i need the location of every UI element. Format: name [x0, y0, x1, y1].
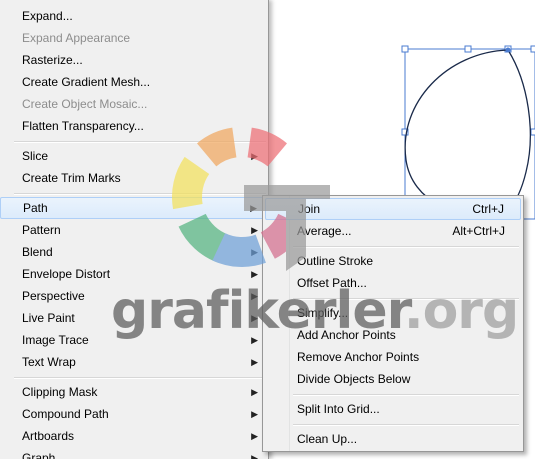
- selection-handles: [401, 45, 535, 136]
- menu-item-image-trace[interactable]: Image Trace ▶: [0, 329, 268, 351]
- submenu-arrow-icon: ▶: [251, 357, 258, 367]
- menu-item-label: Flatten Transparency...: [22, 119, 144, 133]
- submenu-arrow-icon: ▶: [251, 269, 258, 279]
- submenu-item-label: Average...: [297, 224, 352, 238]
- submenu-item-divide-objects-below[interactable]: Divide Objects Below: [265, 368, 521, 390]
- submenu-item-simplify[interactable]: Simplify...: [265, 302, 521, 324]
- menu-item-text-wrap[interactable]: Text Wrap ▶: [0, 351, 268, 373]
- submenu-item-label: Join: [298, 202, 321, 216]
- submenu-item-split-into-grid[interactable]: Split Into Grid...: [265, 398, 521, 420]
- menu-separator: [14, 141, 266, 143]
- menu-item-graph[interactable]: Graph ▶: [0, 447, 268, 459]
- submenu-arrow-icon: ▶: [251, 247, 258, 257]
- submenu-item-average[interactable]: Average... Alt+Ctrl+J: [265, 220, 521, 242]
- menu-item-blend[interactable]: Blend ▶: [0, 241, 268, 263]
- shortcut-label: Ctrl+J: [472, 202, 504, 216]
- menu-item-label: Create Gradient Mesh...: [22, 75, 151, 89]
- menu-item-slice[interactable]: Slice ▶: [0, 145, 268, 167]
- menu-item-compound-path[interactable]: Compound Path ▶: [0, 403, 268, 425]
- menu-item-clipping-mask[interactable]: Clipping Mask ▶: [0, 381, 268, 403]
- menu-item-label: Expand...: [22, 9, 73, 23]
- menu-item-label: Path: [23, 201, 48, 215]
- menu-item-label: Text Wrap: [22, 355, 76, 369]
- menu-item-live-paint[interactable]: Live Paint ▶: [0, 307, 268, 329]
- menu-item-label: Expand Appearance: [22, 31, 131, 45]
- submenu-arrow-icon: ▶: [251, 431, 258, 441]
- submenu-item-label: Divide Objects Below: [297, 372, 411, 386]
- submenu-item-label: Simplify...: [297, 306, 349, 320]
- submenu-item-outline-stroke[interactable]: Outline Stroke: [265, 250, 521, 272]
- menu-item-label: Blend: [22, 245, 53, 259]
- menu-item-create-gradient-mesh[interactable]: Create Gradient Mesh...: [0, 71, 268, 93]
- menu-item-label: Slice: [22, 149, 49, 163]
- menu-item-label: Live Paint: [22, 311, 75, 325]
- submenu-separator: [293, 246, 519, 248]
- submenu-item-label: Offset Path...: [297, 276, 367, 290]
- submenu-arrow-icon: ▶: [251, 335, 258, 345]
- menu-item-create-trim-marks[interactable]: Create Trim Marks: [0, 167, 268, 189]
- path-submenu: Join Ctrl+J Average... Alt+Ctrl+J Outline …: [262, 195, 524, 452]
- menu-item-create-object-mosaic: Create Object Mosaic...: [0, 93, 268, 115]
- menu-item-perspective[interactable]: Perspective ▶: [0, 285, 268, 307]
- menu-item-expand-appearance: Expand Appearance: [0, 27, 268, 49]
- menu-item-label: Create Object Mosaic...: [22, 97, 148, 111]
- submenu-arrow-icon: ▶: [251, 151, 258, 161]
- menu-separator: [14, 193, 266, 195]
- object-menu: Expand... Expand Appearance Rasterize...…: [0, 0, 269, 459]
- menu-item-label: Clipping Mask: [22, 385, 98, 399]
- submenu-item-label: Remove Anchor Points: [297, 350, 420, 364]
- submenu-item-label: Split Into Grid...: [297, 402, 380, 416]
- submenu-arrow-icon: ▶: [251, 453, 258, 459]
- submenu-item-remove-anchor-points[interactable]: Remove Anchor Points: [265, 346, 521, 368]
- menu-item-artboards[interactable]: Artboards ▶: [0, 425, 268, 447]
- menu-item-label: Artboards: [22, 429, 75, 443]
- menu-item-pattern[interactable]: Pattern ▶: [0, 219, 268, 241]
- submenu-item-offset-path[interactable]: Offset Path...: [265, 272, 521, 294]
- shortcut-label: Alt+Ctrl+J: [452, 224, 505, 238]
- menu-item-envelope-distort[interactable]: Envelope Distort ▶: [0, 263, 268, 285]
- menu-separator: [14, 377, 266, 379]
- submenu-item-label: Clean Up...: [297, 432, 358, 446]
- selection-bounding-box: [404, 48, 535, 220]
- submenu-arrow-icon: ▶: [250, 203, 257, 213]
- submenu-item-label: Outline Stroke: [297, 254, 374, 268]
- submenu-arrow-icon: ▶: [251, 313, 258, 323]
- menu-item-label: Perspective: [22, 289, 85, 303]
- menu-item-label: Pattern: [22, 223, 61, 237]
- menu-item-label: Compound Path: [22, 407, 109, 421]
- submenu-item-clean-up[interactable]: Clean Up...: [265, 428, 521, 450]
- menu-item-rasterize[interactable]: Rasterize...: [0, 49, 268, 71]
- submenu-separator: [293, 298, 519, 300]
- menu-item-label: Envelope Distort: [22, 267, 111, 281]
- menu-item-expand[interactable]: Expand...: [0, 5, 268, 27]
- submenu-item-add-anchor-points[interactable]: Add Anchor Points: [265, 324, 521, 346]
- submenu-arrow-icon: ▶: [251, 409, 258, 419]
- submenu-arrow-icon: ▶: [251, 291, 258, 301]
- submenu-item-label: Add Anchor Points: [297, 328, 396, 342]
- menu-item-path[interactable]: Path ▶: [0, 197, 268, 219]
- menu-item-label: Rasterize...: [22, 53, 83, 67]
- menu-item-label: Graph: [22, 451, 56, 459]
- menu-item-flatten-transparency[interactable]: Flatten Transparency...: [0, 115, 268, 137]
- submenu-arrow-icon: ▶: [251, 387, 258, 397]
- menu-item-label: Create Trim Marks: [22, 171, 121, 185]
- submenu-separator: [293, 394, 519, 396]
- submenu-separator: [293, 424, 519, 426]
- menu-item-label: Image Trace: [22, 333, 89, 347]
- submenu-arrow-icon: ▶: [251, 225, 258, 235]
- submenu-item-join[interactable]: Join Ctrl+J: [265, 198, 521, 220]
